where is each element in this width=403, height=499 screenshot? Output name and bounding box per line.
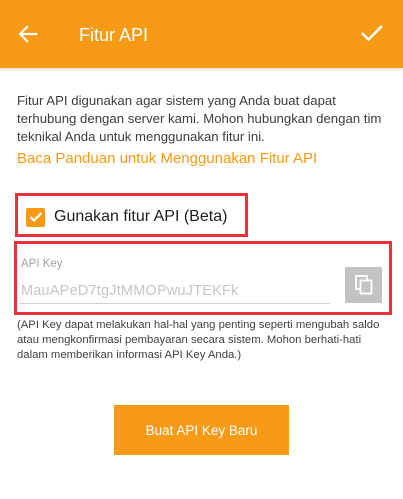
page-title: Fitur API — [79, 25, 149, 45]
copy-icon — [354, 275, 372, 295]
copy-button[interactable] — [345, 267, 382, 303]
app-bar: Fitur API — [0, 0, 403, 68]
api-checkbox[interactable] — [26, 207, 45, 227]
confirm-button[interactable] — [357, 18, 387, 48]
api-key-label: API Key — [21, 258, 63, 270]
warning-note: (API Key dapat melakukan hal-hal yang pe… — [17, 319, 380, 361]
api-toggle-row[interactable]: Gunakan fitur API (Beta) — [26, 206, 227, 228]
checkmark-icon — [29, 212, 42, 223]
field-underline — [20, 303, 330, 304]
guide-link[interactable]: Baca Panduan untuk Menggunakan Fitur API — [17, 149, 317, 169]
api-key-field[interactable]: MauAPeD7tgJtMMOPwuJTEKFk — [21, 283, 327, 299]
arrow-left-icon — [18, 25, 38, 43]
back-button[interactable] — [14, 20, 42, 48]
generate-api-key-button[interactable]: Buat API Key Baru — [114, 405, 289, 455]
api-checkbox-label: Gunakan fitur API (Beta) — [54, 208, 228, 225]
checkmark-icon — [361, 25, 383, 42]
feature-description: Fitur API digunakan agar sistem yang And… — [17, 93, 382, 144]
